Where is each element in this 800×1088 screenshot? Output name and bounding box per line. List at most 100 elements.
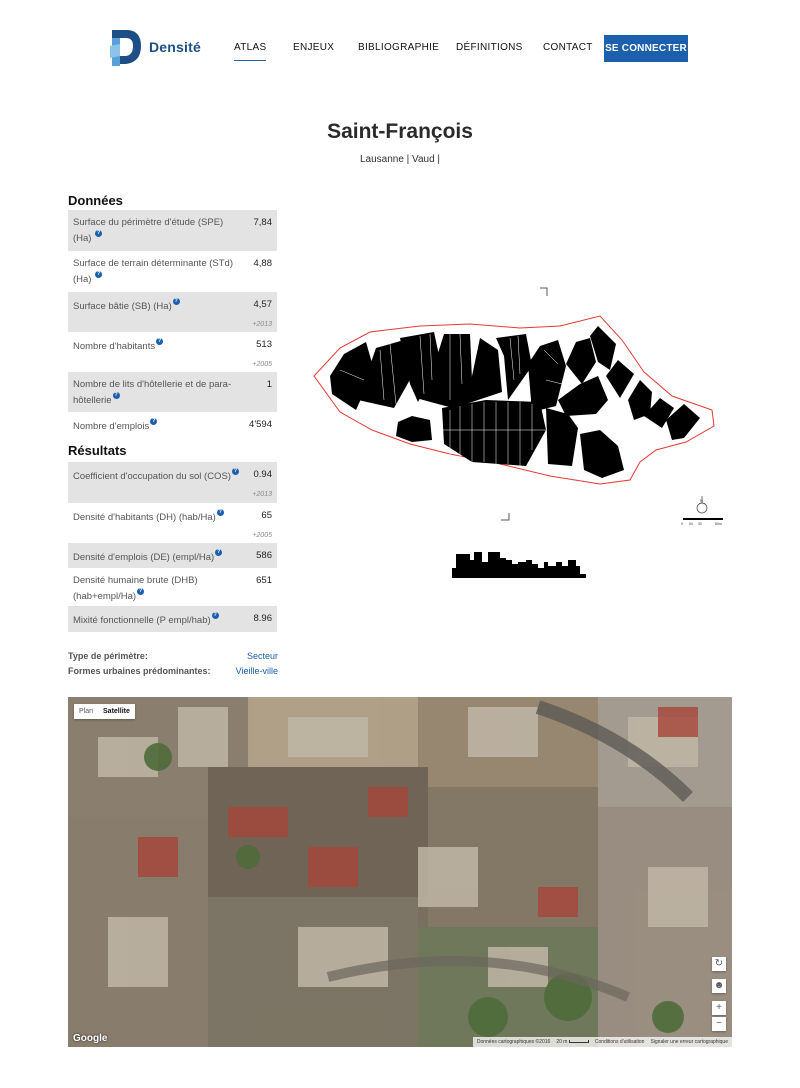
- scale-label: 0: [681, 522, 683, 526]
- perimeter-type-label: Type de périmètre:: [68, 651, 148, 661]
- login-button[interactable]: SE CONNECTER: [604, 35, 688, 62]
- map-data-credit: Données cartographiques ©2016: [476, 1039, 551, 1045]
- site-header: Densité ATLAS ENJEUX BIBLIOGRAPHIE DÉFIN…: [0, 0, 800, 100]
- north-label: N: [700, 498, 703, 503]
- row-label: Surface du périmètre d'étude (SPE) (Ha): [68, 210, 240, 251]
- google-logo[interactable]: Google: [73, 1033, 107, 1044]
- nav-definitions[interactable]: DÉFINITIONS: [456, 42, 523, 53]
- info-icon[interactable]: [211, 611, 219, 620]
- row-value: 1: [240, 372, 277, 412]
- row-label: Densité d'emplois (DE) (empl/Ha): [68, 543, 240, 568]
- perimeter-type-link[interactable]: Secteur: [247, 649, 278, 664]
- zoom-in-button[interactable]: +: [712, 1001, 726, 1015]
- label-text: Mixité fonctionnelle (P empl/hab): [73, 615, 211, 626]
- year-note: +2013: [252, 491, 272, 498]
- map-attribution: Données cartographiques ©2016 20 m Condi…: [472, 1037, 732, 1047]
- nav-atlas[interactable]: ATLAS: [234, 42, 267, 61]
- table-row: Densité d'emplois (DE) (empl/Ha) 586: [68, 543, 277, 568]
- terms-link[interactable]: Conditions d'utilisation: [595, 1039, 645, 1045]
- label-text: Densité humaine brute (DHB) (hab+empl/Ha…: [73, 575, 198, 602]
- map-type-toggle: Plan Satellite: [74, 704, 135, 719]
- zoom-out-button[interactable]: −: [712, 1017, 726, 1031]
- info-icon[interactable]: [216, 508, 224, 517]
- row-label: Densité d'habitants (DH) (hab/Ha): [68, 503, 240, 543]
- info-icon[interactable]: [95, 270, 103, 279]
- value-text: 65: [261, 510, 272, 521]
- row-label: Surface bâtie (SB) (Ha): [68, 292, 240, 332]
- value-text: 4'594: [249, 419, 272, 430]
- row-value: 651: [240, 568, 277, 606]
- urban-forms-label: Formes urbaines prédominantes:: [68, 666, 211, 676]
- map-type-plan[interactable]: Plan: [74, 704, 98, 719]
- row-label: Surface de terrain déterminante (STd) (H…: [68, 251, 240, 292]
- row-value: 7,84: [240, 210, 277, 251]
- perimeter-meta: Type de périmètre: Secteur Formes urbain…: [68, 649, 278, 679]
- location-subtitle: Lausanne | Vaud |: [359, 154, 441, 165]
- row-label: Nombre d'habitants: [68, 332, 240, 372]
- value-text: 7,84: [253, 217, 273, 228]
- year-note: +2005: [252, 361, 272, 368]
- north-arrow-icon: [696, 502, 708, 514]
- row-label: Nombre de lits d'hôtellerie et de para-h…: [68, 372, 240, 412]
- row-value: 4,88: [240, 251, 277, 292]
- row-label: Densité humaine brute (DHB) (hab+empl/Ha…: [68, 568, 240, 606]
- satellite-map[interactable]: Plan Satellite ↻ ☻ + − Google Données ca…: [68, 697, 732, 1047]
- table-row: Densité d'habitants (DH) (hab/Ha) 65 +200…: [68, 503, 277, 543]
- map-scale-bar: [568, 1040, 589, 1043]
- urban-forms-link[interactable]: Vieille-ville: [236, 664, 278, 679]
- row-value: 513 +2005: [240, 332, 277, 372]
- map-type-satellite[interactable]: Satellite: [98, 704, 135, 719]
- info-icon[interactable]: [231, 467, 239, 476]
- year-note: +2005: [252, 532, 272, 539]
- row-label: Coefficient d'occupation du sol (COS): [68, 462, 240, 503]
- scale-label: 30: [698, 522, 702, 526]
- pegman-icon[interactable]: ☻: [712, 979, 726, 993]
- table-row: Surface bâtie (SB) (Ha) 4,57 +2013: [68, 292, 277, 332]
- nav-contact[interactable]: CONTACT: [543, 42, 593, 53]
- label-text: Nombre de lits d'hôtellerie et de para-h…: [73, 379, 232, 406]
- row-value: 0.94 +2013: [240, 462, 277, 503]
- table-row: Coefficient d'occupation du sol (COS) 0.…: [68, 462, 277, 503]
- info-icon[interactable]: [172, 297, 180, 306]
- value-text: 586: [256, 550, 272, 561]
- label-text: Surface bâtie (SB) (Ha): [73, 301, 172, 312]
- info-icon[interactable]: [150, 417, 158, 426]
- info-icon[interactable]: [156, 337, 164, 346]
- main-nav: ATLAS ENJEUX BIBLIOGRAPHIE DÉFINITIONS C…: [0, 35, 800, 63]
- label-text: Densité d'habitants (DH) (hab/Ha): [73, 512, 216, 523]
- scale-label: 50m: [715, 522, 722, 526]
- value-text: 513: [256, 339, 272, 350]
- value-text: 0.94: [253, 469, 273, 480]
- row-label: Nombre d'emplois: [68, 412, 240, 436]
- info-icon[interactable]: [215, 548, 223, 557]
- row-value: 586: [240, 543, 277, 568]
- info-icon[interactable]: [95, 229, 103, 238]
- crop-mark: [540, 287, 548, 296]
- value-text: 4,88: [253, 258, 273, 269]
- report-error-link[interactable]: Signaler une erreur cartographique: [650, 1039, 728, 1045]
- aerial-imagery: [68, 697, 732, 1047]
- label-text: Densité d'emplois (DE) (empl/Ha): [73, 552, 215, 563]
- table-row: Mixité fonctionnelle (P empl/hab) 8.96: [68, 606, 277, 632]
- row-value: 8.96: [240, 606, 277, 632]
- table-row: Nombre d'emplois 4'594: [68, 412, 277, 436]
- rotate-icon[interactable]: ↻: [712, 957, 726, 971]
- nav-bibliographie[interactable]: BIBLIOGRAPHIE: [358, 42, 439, 53]
- table-row: Nombre d'habitants 513 +2005: [68, 332, 277, 372]
- page-title: Saint-François: [327, 120, 473, 143]
- elevation-drawing: [448, 552, 586, 578]
- row-label: Mixité fonctionnelle (P empl/hab): [68, 606, 240, 632]
- info-icon[interactable]: [112, 391, 120, 400]
- table-row: Surface de terrain déterminante (STd) (H…: [68, 251, 277, 292]
- table-row: Densité humaine brute (DHB) (hab+empl/Ha…: [68, 568, 277, 606]
- info-icon[interactable]: [137, 587, 145, 596]
- table-row: Nombre de lits d'hôtellerie et de para-h…: [68, 372, 277, 412]
- value-text: 651: [256, 575, 272, 586]
- nav-enjeux[interactable]: ENJEUX: [293, 42, 334, 53]
- donnees-table: Surface du périmètre d'étude (SPE) (Ha) …: [68, 210, 277, 436]
- meta-row: Formes urbaines prédominantes: Vieille-v…: [68, 664, 278, 679]
- value-text: 8.96: [253, 613, 273, 624]
- row-value: 4'594: [240, 412, 277, 436]
- elevation-silhouette: [448, 552, 586, 578]
- map-scale: 20 m: [556, 1039, 589, 1045]
